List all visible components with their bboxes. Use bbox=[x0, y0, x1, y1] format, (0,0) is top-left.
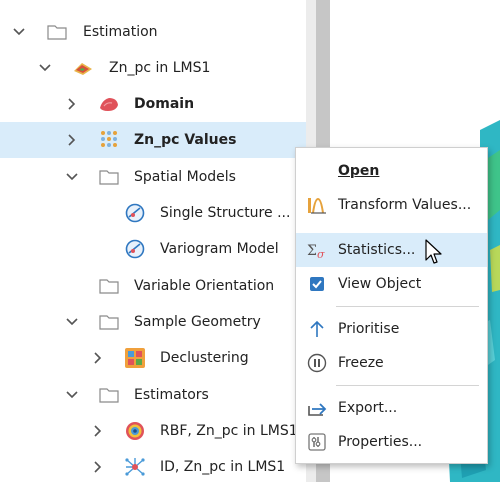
menu-item-properties[interactable]: Properties... bbox=[296, 425, 487, 459]
tree-item-label: RBF, Zn_pc in LMS1 bbox=[160, 423, 298, 439]
context-menu: Open Transform Values... Σ σ Statistics.… bbox=[295, 147, 488, 464]
chevron-right-icon[interactable] bbox=[64, 96, 80, 112]
svg-text:σ: σ bbox=[317, 248, 325, 260]
tree-item-variogram-model[interactable]: Variogram Model bbox=[0, 231, 306, 267]
menu-item-transform-values[interactable]: Transform Values... bbox=[296, 188, 487, 222]
tree-item-label: Domain bbox=[134, 96, 195, 112]
menu-item-label: Open bbox=[338, 163, 380, 179]
tree-item-zn-pc-in-lms1[interactable]: Zn_pc in LMS1 bbox=[0, 50, 306, 86]
menu-item-prioritise[interactable]: Prioritise bbox=[296, 312, 487, 346]
tree-item-label: Single Structure ... bbox=[160, 205, 291, 221]
chevron-down-icon[interactable] bbox=[37, 60, 53, 76]
transform-values-icon bbox=[308, 197, 326, 214]
tree-item-label: Variogram Model bbox=[160, 241, 279, 257]
folder-icon bbox=[47, 25, 67, 40]
rbf-icon bbox=[126, 422, 144, 440]
chevron-down-icon[interactable] bbox=[64, 387, 80, 403]
menu-separator bbox=[336, 385, 479, 386]
project-tree: Estimation Zn_pc in LMS1 Domain Zn_pc Va… bbox=[0, 0, 306, 482]
arrow-up-icon bbox=[310, 320, 324, 337]
variogram-icon bbox=[125, 203, 145, 223]
svg-text:Σ: Σ bbox=[307, 243, 317, 259]
chevron-down-icon[interactable] bbox=[64, 314, 80, 330]
folder-icon bbox=[99, 388, 119, 403]
chevron-down-icon[interactable] bbox=[64, 169, 80, 185]
tree-item-label: Sample Geometry bbox=[134, 314, 261, 330]
domained-estimator-icon bbox=[74, 63, 92, 75]
menu-item-label: View Object bbox=[338, 276, 422, 292]
tree-item-label: ID, Zn_pc in LMS1 bbox=[160, 459, 286, 475]
declustering-icon bbox=[125, 348, 145, 368]
menu-item-freeze[interactable]: Freeze bbox=[296, 346, 487, 380]
tree-item-label: Declustering bbox=[160, 350, 249, 366]
tree-item-estimators[interactable]: Estimators bbox=[0, 377, 306, 413]
domain-icon bbox=[100, 98, 118, 111]
menu-item-label: Transform Values... bbox=[338, 197, 472, 213]
export-icon bbox=[308, 403, 327, 416]
menu-item-label: Prioritise bbox=[338, 321, 400, 337]
chevron-down-icon[interactable] bbox=[11, 24, 27, 40]
tree-item-estimation[interactable]: Estimation bbox=[0, 14, 306, 50]
tree-item-label: Variable Orientation bbox=[134, 278, 275, 294]
folder-icon bbox=[99, 279, 119, 294]
mouse-cursor-icon bbox=[425, 239, 442, 264]
tree-item-spatial-models[interactable]: Spatial Models bbox=[0, 159, 306, 195]
properties-icon bbox=[308, 433, 326, 451]
tree-item-variable-orientation[interactable]: Variable Orientation bbox=[0, 268, 306, 304]
tree-item-declustering[interactable]: Declustering bbox=[0, 340, 306, 376]
tree-item-single-structure[interactable]: Single Structure ... bbox=[0, 195, 306, 231]
tree-item-id-estimator[interactable]: ID, Zn_pc in LMS1 bbox=[0, 449, 306, 485]
chevron-right-icon[interactable] bbox=[90, 350, 106, 366]
menu-item-label: Freeze bbox=[338, 355, 384, 371]
menu-item-label: Properties... bbox=[338, 434, 423, 450]
tree-item-label: Zn_pc in LMS1 bbox=[109, 60, 211, 76]
variogram-icon bbox=[125, 239, 145, 259]
menu-item-statistics[interactable]: Σ σ Statistics... bbox=[296, 233, 487, 267]
menu-separator bbox=[336, 306, 479, 307]
menu-item-label: Statistics... bbox=[338, 242, 416, 258]
menu-item-view-object[interactable]: View Object bbox=[296, 267, 487, 301]
checkbox-checked-icon[interactable] bbox=[307, 274, 327, 294]
tree-item-zn-pc-values[interactable]: Zn_pc Values bbox=[0, 122, 306, 158]
tree-item-domain[interactable]: Domain bbox=[0, 86, 306, 122]
tree-item-sample-geometry[interactable]: Sample Geometry bbox=[0, 304, 306, 340]
tree-item-label: Estimators bbox=[134, 387, 209, 403]
pause-icon bbox=[307, 353, 327, 373]
chevron-right-icon[interactable] bbox=[90, 459, 106, 475]
folder-icon bbox=[99, 170, 119, 185]
point-values-icon bbox=[101, 131, 117, 147]
statistics-icon: Σ σ bbox=[307, 243, 325, 260]
menu-item-label: Export... bbox=[338, 400, 398, 416]
tree-item-label: Estimation bbox=[83, 24, 158, 40]
id-estimator-icon bbox=[125, 458, 145, 476]
tree-item-rbf-estimator[interactable]: RBF, Zn_pc in LMS1 bbox=[0, 413, 306, 449]
chevron-right-icon[interactable] bbox=[64, 132, 80, 148]
menu-item-open[interactable]: Open bbox=[296, 154, 487, 188]
tree-item-label: Zn_pc Values bbox=[134, 132, 237, 148]
menu-item-export[interactable]: Export... bbox=[296, 391, 487, 425]
folder-icon bbox=[99, 315, 119, 330]
tree-item-label: Spatial Models bbox=[134, 169, 236, 185]
chevron-right-icon[interactable] bbox=[90, 423, 106, 439]
